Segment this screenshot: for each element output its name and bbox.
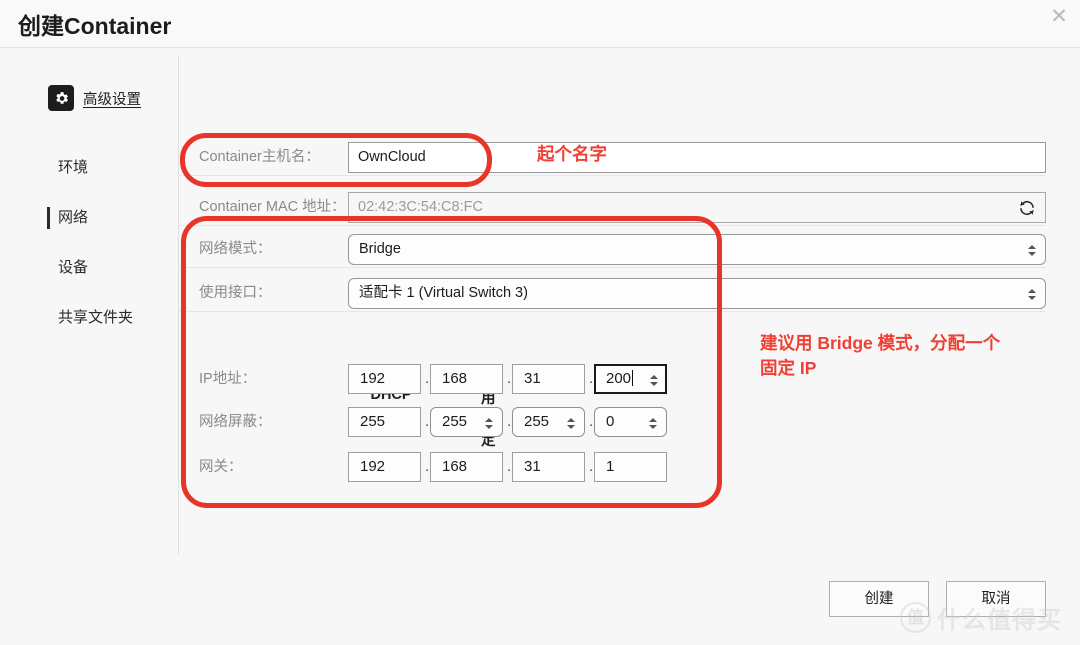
active-indicator	[47, 207, 50, 229]
netmask-octet-2[interactable]: 255	[430, 407, 503, 437]
netmask-separator: .	[507, 413, 512, 430]
network-mode-select[interactable]: Bridge	[348, 234, 1046, 265]
gateway-label: 网关：	[199, 459, 243, 475]
sidebar-item-label: 共享文件夹	[58, 309, 134, 326]
netmask-octet-2-value: 255	[442, 413, 468, 430]
netmask-separator: .	[425, 413, 430, 430]
hostname-label: Container主机名：	[199, 149, 320, 165]
refresh-icon[interactable]	[1018, 199, 1036, 217]
chevron-updown-icon[interactable]	[1026, 284, 1037, 305]
sidebar: 高级设置 环境 网络 设备 共享文件夹	[0, 48, 179, 645]
sidebar-item-device[interactable]: 设备	[0, 243, 179, 293]
gateway-separator: .	[589, 458, 594, 475]
ip-separator: .	[425, 370, 430, 387]
gateway-octet-4[interactable]: 1	[594, 452, 667, 482]
mac-address-input[interactable]: 02:42:3C:54:C8:FC	[348, 192, 1046, 223]
netmask-separator: .	[589, 413, 594, 430]
create-container-dialog: 创建Container ✕ 高级设置 环境 网络 设备 共享文件夹 Contai…	[0, 0, 1080, 645]
interface-label: 使用接口：	[199, 285, 272, 301]
sidebar-nav: 环境 网络 设备 共享文件夹	[0, 143, 179, 343]
sidebar-item-environment[interactable]: 环境	[0, 143, 179, 193]
ip-separator: .	[507, 370, 512, 387]
spinner-icon[interactable]	[565, 413, 576, 434]
sidebar-item-label: 设备	[58, 259, 89, 276]
close-icon[interactable]: ✕	[1044, 2, 1074, 32]
ip-octet-1[interactable]: 192	[348, 364, 421, 394]
sidebar-item-label: 环境	[58, 159, 89, 176]
spinner-icon[interactable]	[483, 413, 494, 434]
ip-octet-3[interactable]: 31	[512, 364, 585, 394]
sidebar-item-shared-folder[interactable]: 共享文件夹	[0, 293, 179, 343]
mac-address-label: Container MAC 地址：	[199, 199, 346, 215]
hostname-input[interactable]: OwnCloud	[348, 142, 1046, 173]
mac-address-value: 02:42:3C:54:C8:FC	[358, 199, 483, 215]
gateway-octet-2[interactable]: 168	[430, 452, 503, 482]
netmask-octet-1[interactable]: 255	[348, 407, 421, 437]
sidebar-item-network[interactable]: 网络	[0, 193, 179, 243]
dialog-titlebar: 创建Container ✕	[0, 0, 1080, 48]
spinner-icon[interactable]	[648, 370, 659, 391]
annotation-note-network: 建议用 Bridge 模式，分配一个 固定 IP	[760, 333, 1001, 378]
netmask-octet-3[interactable]: 255	[512, 407, 585, 437]
ip-octet-4[interactable]: 200	[594, 364, 667, 394]
gateway-octet-3[interactable]: 31	[512, 452, 585, 482]
interface-value: 适配卡 1 (Virtual Switch 3)	[359, 285, 528, 301]
watermark-text: 什么值得买	[937, 607, 1062, 634]
sidebar-item-advanced-settings[interactable]: 高级设置	[48, 85, 141, 111]
gateway-octet-1[interactable]: 192	[348, 452, 421, 482]
netmask-octet-4[interactable]: 0	[594, 407, 667, 437]
gear-icon	[48, 85, 74, 111]
annotation-note-hostname: 起个名字	[537, 144, 607, 164]
gateway-separator: .	[507, 458, 512, 475]
ip-separator: .	[589, 370, 594, 387]
watermark: 值 什么值得买	[900, 600, 1062, 635]
gateway-separator: .	[425, 458, 430, 475]
page-title: 创建Container	[18, 13, 172, 39]
ip-octet-2[interactable]: 168	[430, 364, 503, 394]
sidebar-advanced-label: 高级设置	[83, 91, 141, 108]
network-mode-value: Bridge	[359, 241, 401, 257]
ip-address-label: IP地址：	[199, 371, 257, 387]
watermark-logo: 值	[900, 602, 931, 633]
sidebar-item-label: 网络	[58, 209, 89, 226]
interface-select[interactable]: 适配卡 1 (Virtual Switch 3)	[348, 278, 1046, 309]
network-mode-label: 网络模式：	[199, 241, 272, 257]
chevron-updown-icon[interactable]	[1026, 240, 1037, 261]
netmask-octet-4-value: 0	[606, 413, 615, 430]
ip-octet-4-value: 200	[606, 370, 632, 387]
netmask-label: 网络屏蔽：	[199, 414, 272, 430]
netmask-octet-3-value: 255	[524, 413, 550, 430]
spinner-icon[interactable]	[647, 413, 658, 434]
